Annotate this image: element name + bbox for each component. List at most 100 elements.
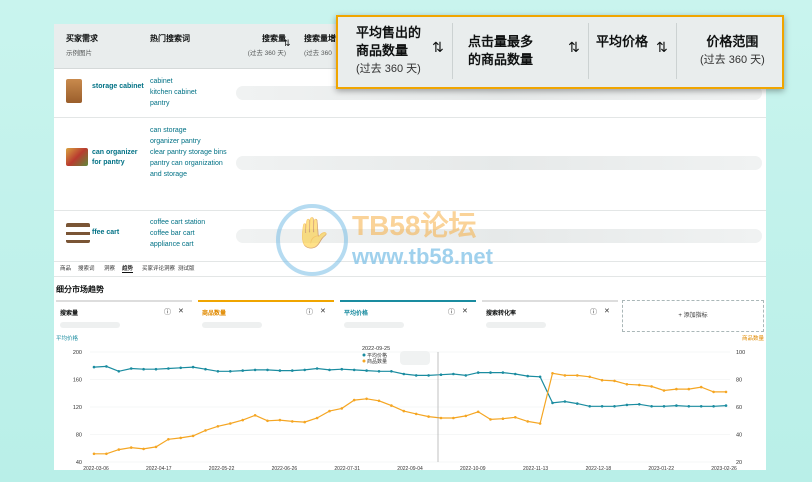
most-clicked-products-header[interactable]: 点击量最多 的商品数量 (468, 33, 542, 69)
keyword-link[interactable]: can storage (150, 125, 230, 136)
sort-icon[interactable]: ⇅ (656, 39, 668, 56)
column-divider (452, 23, 453, 79)
metric-card[interactable]: 搜索量 ⓘ ✕ (56, 300, 192, 334)
close-icon[interactable]: ✕ (604, 307, 610, 315)
left-tick-label: 160 (73, 378, 82, 384)
left-axis-label: 平均价格 (56, 334, 79, 342)
tab-insights[interactable]: 洞察 (104, 264, 115, 272)
data-point (551, 372, 554, 375)
tooltip-date: 2022-09-25 (362, 346, 390, 352)
data-point (402, 372, 406, 376)
data-point (352, 368, 356, 372)
keyword-link[interactable]: pantry (150, 98, 197, 109)
avg-price-header[interactable]: 平均价格 (596, 33, 648, 51)
metric-card[interactable]: 商品数量 ⓘ ✕ (198, 300, 334, 334)
data-point (216, 425, 220, 428)
data-point (266, 419, 269, 423)
keyword-link[interactable]: cabinet (150, 76, 197, 87)
metric-card[interactable]: 平均价格 ⓘ ✕ (340, 300, 476, 334)
tab-products[interactable]: 商品 (60, 264, 71, 272)
table-row[interactable]: ffee cart coffee cart station coffee bar… (54, 211, 766, 262)
data-point (687, 387, 691, 391)
x-tick-label: 2022-11-13 (523, 466, 548, 470)
keyword-link[interactable]: clear pantry storage bins (150, 147, 230, 158)
sort-icon[interactable]: ⇅ (283, 38, 291, 49)
add-metric-label: + 添加指标 (678, 313, 708, 319)
tab-trends[interactable]: 趋势 (122, 264, 134, 273)
data-point (291, 369, 294, 372)
data-point (464, 374, 468, 377)
data-point (675, 387, 678, 391)
data-point (229, 370, 232, 373)
data-point (563, 400, 567, 403)
close-icon[interactable]: ✕ (320, 307, 326, 315)
data-point (452, 416, 455, 420)
chart-grid (90, 351, 730, 463)
header-sub: (过去 360 天) (247, 50, 286, 57)
data-point (377, 370, 381, 373)
product-title[interactable]: ffee cart (92, 228, 138, 238)
tab-beta[interactable]: 测试版 (178, 264, 195, 272)
data-point (588, 375, 591, 379)
product-title[interactable]: storage cabinet (92, 82, 144, 92)
data-point (712, 405, 715, 408)
data-point (278, 369, 282, 372)
keyword-link[interactable]: coffee bar cart (150, 228, 205, 239)
header-search-volume[interactable]: 搜索量 (过去 360 天) (238, 33, 286, 57)
keyword-link[interactable]: kitchen cabinet (150, 87, 197, 98)
data-point (105, 365, 108, 368)
table-row[interactable]: can organizer for pantry can storage org… (54, 118, 766, 211)
data-point (377, 399, 381, 403)
right-tick-label: 40 (736, 433, 742, 439)
product-title[interactable]: can organizer for pantry (92, 148, 138, 168)
data-point (625, 383, 629, 386)
tooltip-blur (400, 351, 430, 365)
right-axis-label: 商品数量 (742, 334, 765, 342)
header-search-growth[interactable]: 搜索量增 (过去 360 (304, 33, 336, 57)
column-divider (588, 23, 589, 79)
info-icon[interactable]: ⓘ (164, 307, 171, 317)
avg-units-sold-header[interactable]: 平均售出的 商品数量 (过去 360 天) (356, 24, 430, 78)
add-metric-button[interactable]: + 添加指标 (622, 300, 764, 332)
data-point (576, 402, 579, 405)
price-range-header[interactable]: 价格范围 (过去 360 天) (700, 33, 765, 69)
data-point (142, 367, 145, 371)
x-tick-label: 2023-01-22 (648, 466, 674, 470)
data-point (340, 407, 344, 410)
header-label: 买家需求 (66, 34, 98, 43)
data-point (650, 405, 653, 408)
data-point (650, 385, 653, 388)
keyword-link[interactable]: pantry can organization and storage (150, 158, 230, 180)
data-point (699, 405, 703, 408)
right-tick-label: 20 (736, 460, 742, 466)
info-icon[interactable]: ⓘ (590, 307, 597, 317)
tab-search-terms[interactable]: 搜索词 (78, 264, 95, 272)
sort-icon[interactable]: ⇅ (432, 39, 444, 56)
info-icon[interactable]: ⓘ (306, 307, 313, 317)
keyword-link[interactable]: organizer pantry (150, 136, 230, 147)
keyword-link[interactable]: appliance cart (150, 239, 205, 250)
keyword-link[interactable]: coffee cart station (150, 217, 205, 228)
close-icon[interactable]: ✕ (178, 307, 184, 315)
blurred-value (486, 322, 546, 328)
metric-label: 搜索量 (60, 311, 79, 317)
data-point (724, 390, 728, 394)
left-tick-label: 40 (76, 460, 82, 466)
column-divider (676, 23, 677, 79)
metric-label: 平均价格 (344, 311, 369, 317)
info-icon[interactable]: ⓘ (448, 307, 455, 317)
keyword-list: can storage organizer pantry clear pantr… (150, 125, 230, 180)
sort-icon[interactable]: ⇅ (568, 39, 580, 56)
header-label: 搜索量增 (304, 34, 336, 43)
blurred-metrics (236, 229, 762, 243)
close-icon[interactable]: ✕ (462, 307, 468, 315)
data-point (662, 405, 666, 408)
data-point (315, 367, 319, 370)
data-point (427, 415, 430, 418)
metric-card[interactable]: 搜索转化率 ⓘ ✕ (482, 300, 618, 334)
product-image (66, 223, 90, 243)
tab-review-insights[interactable]: 买家评论洞察 (142, 264, 175, 272)
data-point (142, 447, 145, 451)
keyword-list: cabinet kitchen cabinet pantry (150, 76, 197, 109)
data-point (625, 403, 629, 407)
